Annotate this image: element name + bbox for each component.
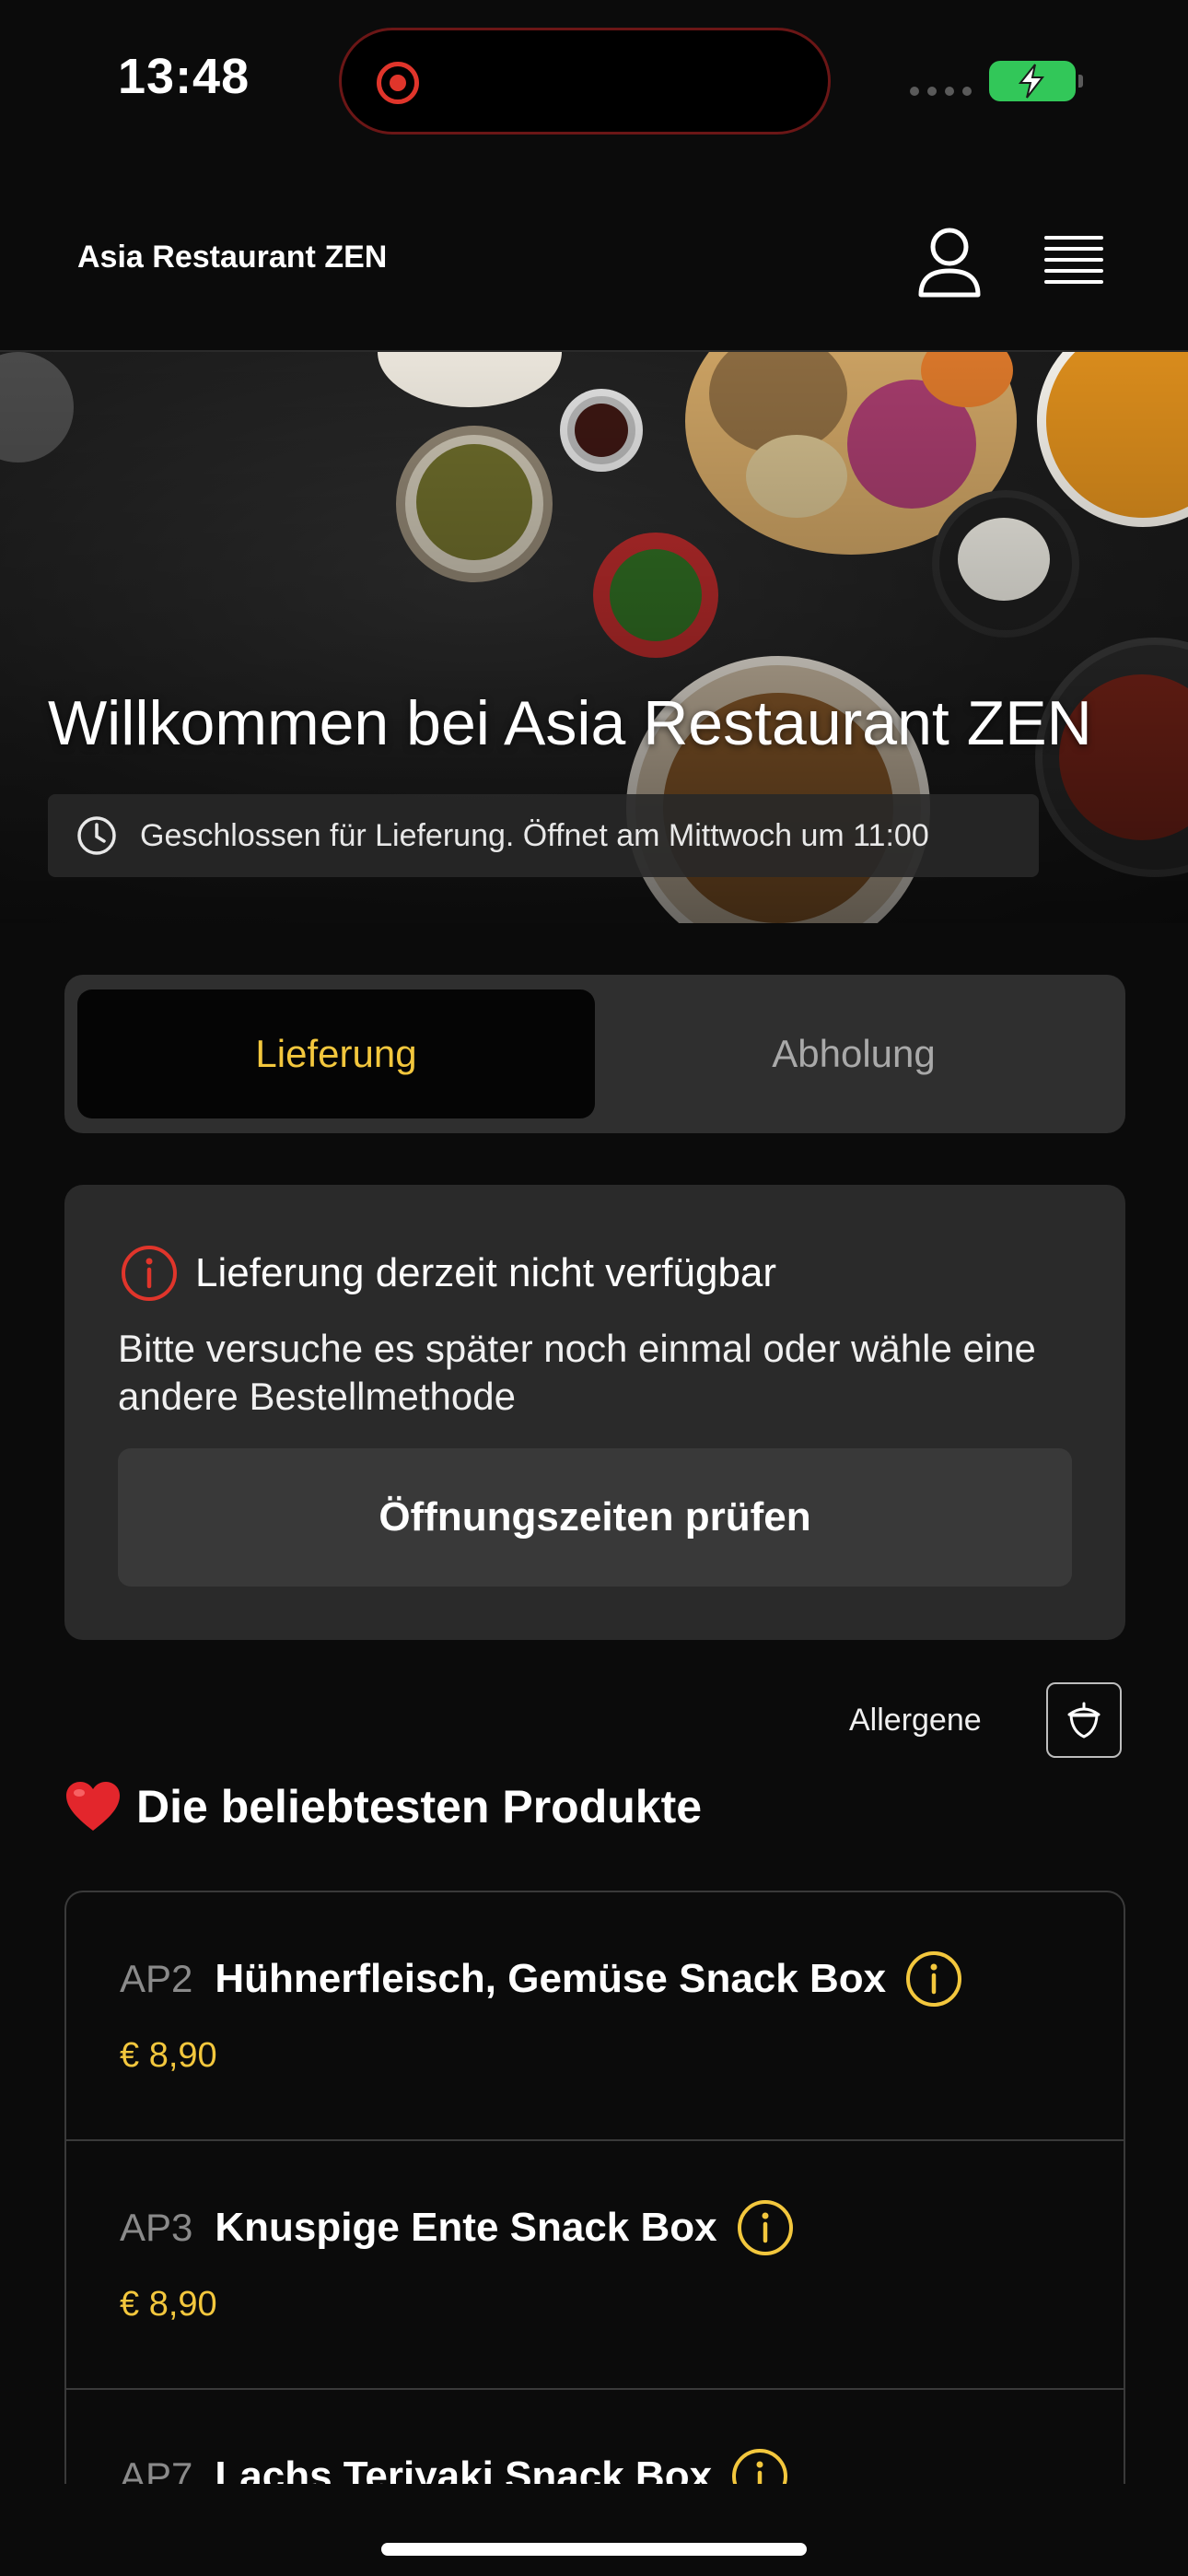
closed-status-text: Geschlossen für Lieferung. Öffnet am Mit… [140, 817, 929, 853]
menu-icon[interactable] [1041, 230, 1107, 291]
home-indicator[interactable] [381, 2543, 807, 2556]
tab-pickup[interactable]: Abholung [595, 989, 1112, 1118]
product-code: AP2 [120, 1957, 193, 2000]
list-item[interactable]: AP7 Lachs Teriyaki Snack Box [66, 2390, 1124, 2484]
check-opening-hours-button[interactable]: Öffnungszeiten prüfen [118, 1448, 1072, 1587]
welcome-title: Willkommen bei Asia Restaurant ZEN [48, 688, 1092, 758]
notice-title-row: Lieferung derzeit nicht verfügbar [120, 1244, 776, 1303]
tab-delivery[interactable]: Lieferung [77, 989, 595, 1118]
product-row: AP2 Hühnerfleisch, Gemüse Snack Box [120, 1950, 963, 2008]
restaurant-name[interactable]: Asia Restaurant ZEN [77, 240, 387, 275]
list-item[interactable]: AP2 Hühnerfleisch, Gemüse Snack Box € 8,… [66, 1892, 1124, 2141]
product-row: AP7 Lachs Teriyaki Snack Box [120, 2447, 789, 2484]
alert-icon [122, 1246, 177, 1301]
recording-icon [377, 62, 419, 104]
status-time: 13:48 [118, 49, 250, 104]
dynamic-island [339, 28, 831, 135]
heart-icon [66, 1782, 120, 1831]
user-icon[interactable] [914, 225, 985, 300]
product-row: AP3 Knuspige Ente Snack Box [120, 2198, 795, 2257]
list-item[interactable]: AP3 Knuspige Ente Snack Box € 8,90 [66, 2141, 1124, 2390]
delivery-unavailable-card: Lieferung derzeit nicht verfügbar Bitte … [64, 1185, 1125, 1640]
product-price: € 8,90 [120, 2285, 217, 2324]
popular-products-list: AP2 Hühnerfleisch, Gemüse Snack Box € 8,… [64, 1891, 1125, 2484]
product-name: Lachs Teriyaki Snack Box [215, 2453, 713, 2484]
product-code: AP7 [120, 2454, 193, 2484]
bottom-safe-area [0, 2484, 1188, 2576]
app-header: Asia Restaurant ZEN [0, 166, 1188, 352]
signal-icon [910, 87, 972, 96]
product-name: Knuspige Ente Snack Box [215, 2205, 717, 2250]
product-price: € 8,90 [120, 2036, 217, 2075]
notice-body: Bitte versuche es später noch einmal ode… [118, 1327, 1036, 1418]
acorn-icon [1067, 1702, 1101, 1739]
allergens-filter-button[interactable] [1046, 1682, 1122, 1758]
allergens-label[interactable]: Allergene [849, 1703, 982, 1739]
closed-status-badge: Geschlossen für Lieferung. Öffnet am Mit… [48, 794, 1039, 877]
clock-icon [77, 816, 116, 855]
status-bar: 13:48 [0, 0, 1188, 166]
hero-banner: Willkommen bei Asia Restaurant ZEN Gesch… [0, 352, 1188, 923]
popular-products-heading: Die beliebtesten Produkte [64, 1780, 702, 1833]
product-name: Hühnerfleisch, Gemüse Snack Box [215, 1956, 887, 2001]
popular-products-title: Die beliebtesten Produkte [136, 1781, 703, 1832]
notice-title: Lieferung derzeit nicht verfügbar [195, 1250, 777, 1295]
info-icon[interactable] [904, 1950, 963, 2008]
order-mode-toggle: Lieferung Abholung [64, 975, 1125, 1133]
product-code: AP3 [120, 2206, 193, 2249]
battery-charging-icon [989, 61, 1083, 101]
info-icon[interactable] [736, 2198, 795, 2257]
info-icon[interactable] [730, 2447, 789, 2484]
